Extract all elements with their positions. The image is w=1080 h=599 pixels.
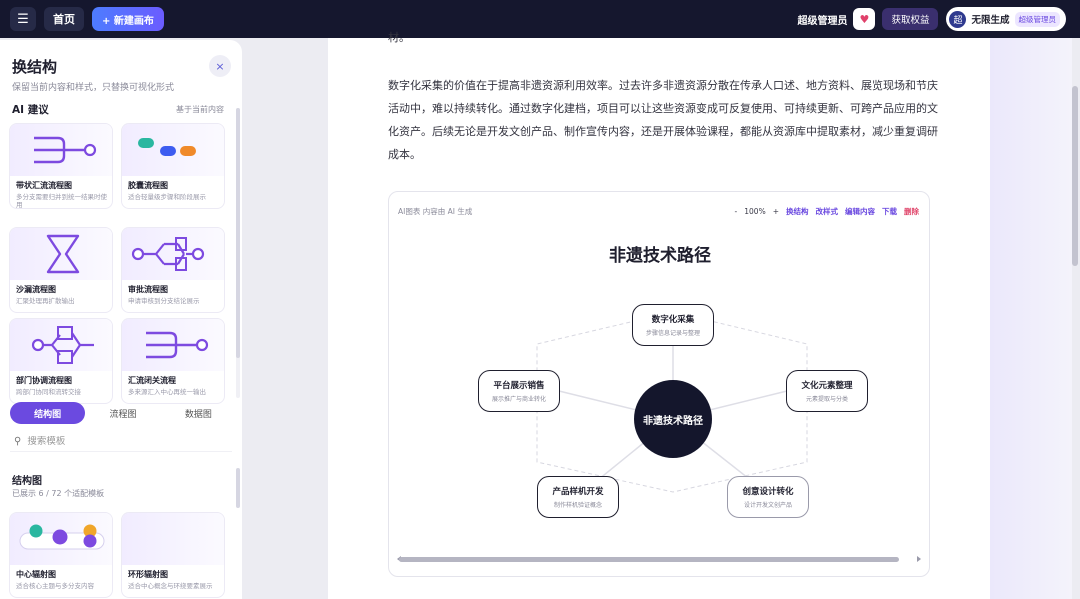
- new-canvas-button[interactable]: + 新建画布: [92, 7, 164, 31]
- template-name: 带状汇流流程图: [16, 181, 72, 190]
- template-tabs: 结构图 流程图 数据图: [10, 402, 236, 424]
- template-search: ⚲: [10, 432, 232, 452]
- diagram-node[interactable]: 产品样机开发 制作样机验证概念: [537, 476, 619, 518]
- template-name: 部门协调流程图: [16, 376, 72, 385]
- converge-flow-icon: [146, 331, 209, 359]
- node-title: 文化元素整理: [801, 381, 853, 391]
- diagram-node[interactable]: 创意设计转化 设计开发文创产品: [727, 476, 809, 518]
- template-desc: 汇聚处理再扩散输出: [16, 297, 75, 305]
- template-name: 汇流闭关流程: [128, 376, 176, 385]
- tab-data[interactable]: 数据图: [161, 402, 236, 424]
- diagram-center-node[interactable]: 非遗技术路径: [634, 380, 712, 458]
- radial-hub-icon: [19, 524, 105, 550]
- ai-suggestion-hint: 基于当前内容: [176, 105, 224, 114]
- template-thumbnail: [10, 513, 112, 565]
- node-desc: 步骤信息记录与整理: [645, 330, 700, 337]
- switch-structure-panel: 换结构 保留当前内容和样式，只替换可视化形式 × AI 建议 基于当前内容 带状…: [0, 40, 242, 599]
- template-name: 审批流程图: [128, 285, 168, 294]
- template-desc: 适合轻量级步骤和阶段展示: [128, 193, 206, 201]
- approval-flow-icon: [131, 237, 205, 271]
- section-title: 结构图: [12, 476, 42, 487]
- tab-flow[interactable]: 流程图: [85, 402, 160, 424]
- node-title: 平台展示销售: [493, 381, 545, 391]
- template-desc: 多分支需要归并到统一结果时使用: [16, 193, 107, 209]
- node-title: 产品样机开发: [552, 487, 604, 497]
- template-desc: 申请审核到分支结论展示: [128, 297, 200, 305]
- converge-flow-icon: [34, 136, 97, 164]
- template-name: 胶囊流程图: [128, 181, 168, 190]
- department-flow-icon: [31, 326, 94, 364]
- template-card[interactable]: 中心辐射图 适合核心主题与多分支内容: [9, 512, 113, 598]
- template-desc: 适合中心概念与环绕要素展示: [128, 582, 213, 590]
- ai-suggestion-label: AI 建议: [12, 104, 49, 116]
- doc-paragraph: 数字化采集的价值在于提高非遗资源利用效率。过去许多非遗资源分散在传承人口述、地方…: [388, 79, 938, 161]
- search-input[interactable]: [27, 436, 208, 447]
- node-desc: 元素提取与分类: [805, 396, 848, 403]
- diagram-node[interactable]: 数字化采集 步骤信息记录与整理: [632, 304, 714, 346]
- node-desc: 设计开发文创产品: [743, 502, 792, 509]
- hourglass-icon: [46, 234, 80, 274]
- main-scrollbar[interactable]: [1072, 86, 1078, 266]
- ai-diagram-card[interactable]: AI图表 内容由 AI 生成 - 100% + 换结构 改样式 编辑内容 下载 …: [388, 191, 930, 577]
- panel-scrollbar-lower[interactable]: [236, 468, 240, 508]
- template-name: 环形辐射图: [128, 570, 168, 579]
- node-desc: 制作样机验证概念: [553, 502, 602, 509]
- plan-name: 无限生成: [971, 15, 1010, 26]
- template-card[interactable]: 汇流闭关流程 多来源汇入中心再统一输出: [121, 318, 225, 404]
- plan-tag: 超级管理员: [1014, 11, 1060, 27]
- tab-structure[interactable]: 结构图: [10, 402, 86, 424]
- capsule-flow-icon: [138, 138, 196, 156]
- template-card[interactable]: 带状汇流流程图 多分支需要归并到统一结果时使用: [9, 123, 113, 209]
- template-thumbnail: [10, 319, 112, 371]
- template-card[interactable]: 沙漏流程图 汇聚处理再扩散输出: [9, 227, 113, 313]
- avatar: 超: [949, 10, 967, 28]
- template-desc: 适合核心主题与多分支内容: [16, 582, 94, 590]
- close-icon[interactable]: ×: [209, 55, 231, 77]
- node-desc: 展示推广与商业转化: [491, 396, 546, 403]
- page-margin-right: [990, 38, 1072, 599]
- template-thumbnail: [122, 513, 224, 565]
- doc-paragraph: 材。: [388, 31, 410, 44]
- template-thumbnail: [122, 124, 224, 176]
- node-title: 创意设计转化: [742, 487, 794, 497]
- diagram-node[interactable]: 文化元素整理 元素提取与分类: [786, 370, 868, 412]
- diagram-node[interactable]: 平台展示销售 展示推广与商业转化: [478, 370, 560, 412]
- menu-icon[interactable]: ☰: [10, 7, 36, 31]
- template-thumbnail: [10, 124, 112, 176]
- template-card[interactable]: 审批流程图 申请审核到分支结论展示: [121, 227, 225, 313]
- template-thumbnail: [122, 319, 224, 371]
- template-card[interactable]: 部门协调流程图 跨部门协同和流转交接: [9, 318, 113, 404]
- node-title: 数字化采集: [651, 315, 695, 325]
- user-name: 超级管理员: [797, 15, 848, 27]
- search-icon: ⚲: [14, 436, 22, 447]
- panel-subtitle: 保留当前内容和样式，只替换可视化形式: [12, 83, 175, 93]
- template-name: 沙漏流程图: [16, 285, 56, 294]
- template-thumbnail: [10, 228, 112, 280]
- panel-scrollbar[interactable]: [236, 108, 240, 358]
- panel-title: 换结构: [12, 58, 58, 76]
- template-card[interactable]: 胶囊流程图 适合轻量级步骤和阶段展示: [121, 123, 225, 209]
- plan-badge[interactable]: 超 无限生成 超级管理员: [946, 7, 1066, 31]
- section-count: 已展示 6 / 72 个适配模板: [12, 489, 105, 498]
- template-card[interactable]: 环形辐射图 适合中心概念与环绕要素展示: [121, 512, 225, 598]
- diagram-horizontal-scrollbar[interactable]: [399, 557, 899, 562]
- home-button[interactable]: 首页: [44, 7, 84, 31]
- template-name: 中心辐射图: [16, 570, 56, 579]
- template-thumbnail: [122, 228, 224, 280]
